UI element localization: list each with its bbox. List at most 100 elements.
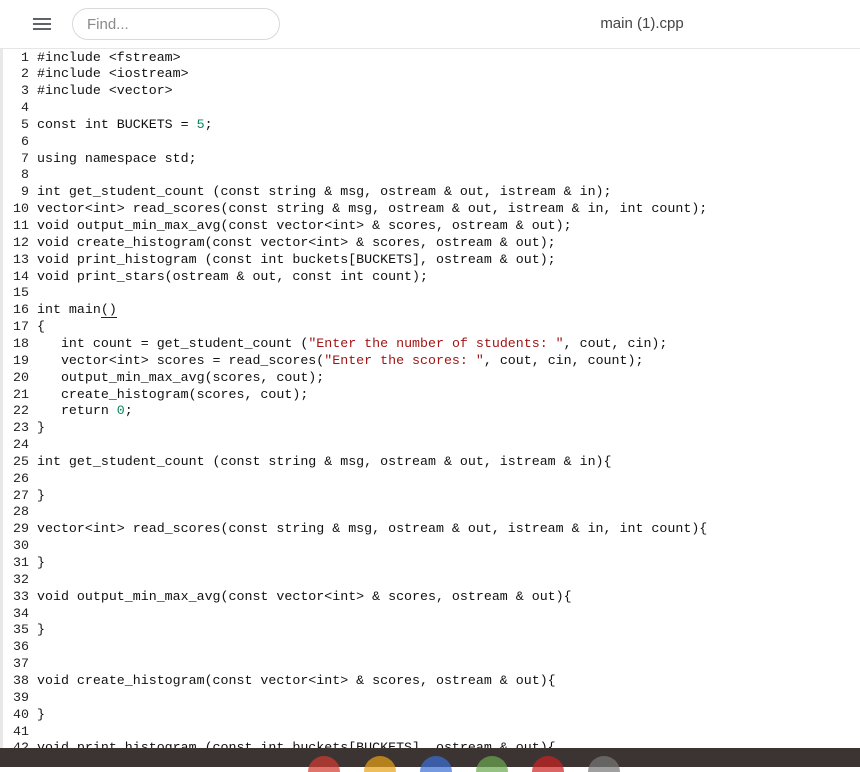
code-token: } (37, 487, 45, 503)
code-line[interactable]: 25 int get_student_count (const string & … (3, 453, 612, 470)
code-line[interactable]: 16 int main() (3, 301, 117, 319)
line-number: 17 (13, 319, 29, 335)
code-token: void print_histogram (const int buckets[… (37, 740, 556, 748)
code-line[interactable]: 32 (3, 571, 37, 588)
code-line[interactable]: 6 (3, 133, 37, 150)
code-line[interactable]: 14 void print_stars(ostream & out, const … (3, 268, 428, 285)
code-token: ; (124, 403, 133, 419)
find-input[interactable] (72, 8, 280, 40)
file-title: main (1).cpp (600, 15, 684, 32)
line-number: 28 (13, 504, 29, 520)
code-line[interactable]: 17 { (3, 318, 45, 335)
code-token: void output_min_max_avg(const vector<int… (37, 588, 572, 604)
line-number: 11 (13, 218, 29, 233)
line-number: 30 (13, 538, 29, 554)
line-number: 7 (21, 150, 29, 166)
code-line[interactable]: 20 output_min_max_avg(scores, cout); (3, 369, 324, 386)
line-number: 15 (13, 285, 29, 301)
code-line[interactable]: 27} (3, 487, 45, 504)
toolbar: main (1).cpp (0, 0, 860, 49)
line-number: 16 (13, 302, 29, 318)
line-number: 13 (13, 251, 29, 267)
code-line[interactable]: 21 create_histogram(scores, cout); (3, 386, 308, 403)
code-line[interactable]: 23} (3, 419, 45, 436)
chrome-icon[interactable] (308, 756, 340, 772)
code-line[interactable]: 42 void print_histogram (const int bucket… (3, 739, 556, 748)
line-number: 2 (21, 66, 29, 82)
code-token: create_histogram(scores, cout); (37, 386, 309, 402)
code-line[interactable]: 33 void output_min_max_avg(const vector<i… (3, 588, 572, 605)
line-number: 38 (13, 672, 29, 688)
code-token: , cout, cin, count); (483, 352, 644, 368)
gmail-icon[interactable] (364, 756, 396, 772)
code-line[interactable]: 15 (3, 284, 37, 301)
docs-icon[interactable] (420, 756, 452, 772)
youtube-icon[interactable] (532, 756, 564, 772)
taskbar (0, 748, 860, 772)
menu-bar-line (33, 18, 51, 20)
code-line[interactable]: 2 #include <iostream> (3, 65, 189, 82)
line-number: 35 (13, 622, 29, 638)
code-token: ; (204, 116, 213, 132)
code-line[interactable]: 26 (3, 470, 37, 487)
code-line[interactable]: 8 (3, 166, 37, 183)
code-token: int count = get_student_count ( (37, 335, 309, 351)
line-number: 19 (13, 352, 29, 368)
files-icon[interactable] (588, 756, 620, 772)
code-line[interactable]: 9 int get_student_count (const string & m… (3, 183, 612, 200)
code-token: void print_histogram (const int buckets[… (37, 251, 556, 267)
code-line[interactable]: 4 (3, 99, 37, 116)
code-line[interactable]: 40} (3, 706, 45, 723)
code-line[interactable]: 34 (3, 605, 37, 622)
code-line[interactable]: 29 vector<int> read_scores(const string &… (3, 520, 707, 537)
code-token: "Enter the scores: " (324, 352, 484, 368)
code-line[interactable]: 38 void create_histogram(const vector<int… (3, 672, 556, 689)
line-number: 34 (13, 605, 29, 621)
line-number: 6 (21, 133, 29, 149)
line-number: 3 (21, 83, 29, 99)
line-number: 42 (13, 740, 29, 748)
line-number: 9 (21, 184, 29, 200)
code-line[interactable]: 19 vector<int> scores = read_scores("Ent… (3, 352, 643, 369)
menu-bar-line (33, 28, 51, 30)
code-token: { (37, 319, 45, 335)
code-line[interactable]: 37 (3, 655, 37, 672)
code-token: vector<int> read_scores(const string & m… (37, 201, 708, 217)
code-token: 0 (116, 403, 125, 419)
code-line[interactable]: 31} (3, 554, 45, 571)
hamburger-menu-icon[interactable] (30, 14, 54, 34)
code-line[interactable]: 1 #include <fstream> (3, 49, 181, 66)
code-token: vector<int> read_scores(const string & m… (37, 521, 708, 537)
code-line[interactable]: 5 const int BUCKETS = 5; (3, 116, 213, 133)
code-line[interactable]: 30 (3, 537, 37, 554)
line-number: 24 (13, 437, 29, 453)
code-token: void create_histogram(const vector<int> … (37, 234, 556, 250)
code-line[interactable]: 41 (3, 723, 37, 740)
code-line[interactable]: 18 int count = get_student_count ("Enter… (3, 335, 667, 352)
line-number: 1 (21, 49, 29, 65)
code-line[interactable]: 28 (3, 503, 37, 520)
code-line[interactable]: 22 return 0; (3, 402, 133, 419)
code-line[interactable]: 3 #include <vector> (3, 82, 173, 99)
code-line[interactable]: 39 (3, 689, 37, 706)
code-token: return (37, 403, 117, 419)
code-line[interactable]: 11 void output_min_max_avg(const vector<i… (3, 217, 572, 234)
line-number: 25 (13, 453, 29, 469)
code-editor[interactable]: 1 #include <fstream> 2 #include <iostream> 3… (0, 49, 860, 748)
code-line[interactable]: 13 void print_histogram (const int bucket… (3, 251, 556, 268)
code-token: , cout, cin); (563, 335, 668, 351)
code-token: 5 (196, 116, 205, 132)
line-number: 20 (13, 369, 29, 385)
code-token: output_min_max_avg(scores, cout); (37, 369, 325, 385)
line-number: 23 (13, 420, 29, 436)
code-line[interactable]: 10 vector<int> read_scores(const string &… (3, 200, 707, 217)
play-store-icon[interactable] (476, 756, 508, 772)
code-line[interactable]: 24 (3, 436, 37, 453)
code-line[interactable]: 7 using namespace std; (3, 150, 197, 167)
line-number: 32 (13, 571, 29, 587)
code-line[interactable]: 12 void create_histogram(const vector<int… (3, 234, 556, 251)
code-line[interactable]: 36 (3, 638, 37, 655)
code-line[interactable]: 35} (3, 621, 45, 638)
line-number: 33 (13, 588, 29, 604)
code-token: } (37, 555, 45, 570)
